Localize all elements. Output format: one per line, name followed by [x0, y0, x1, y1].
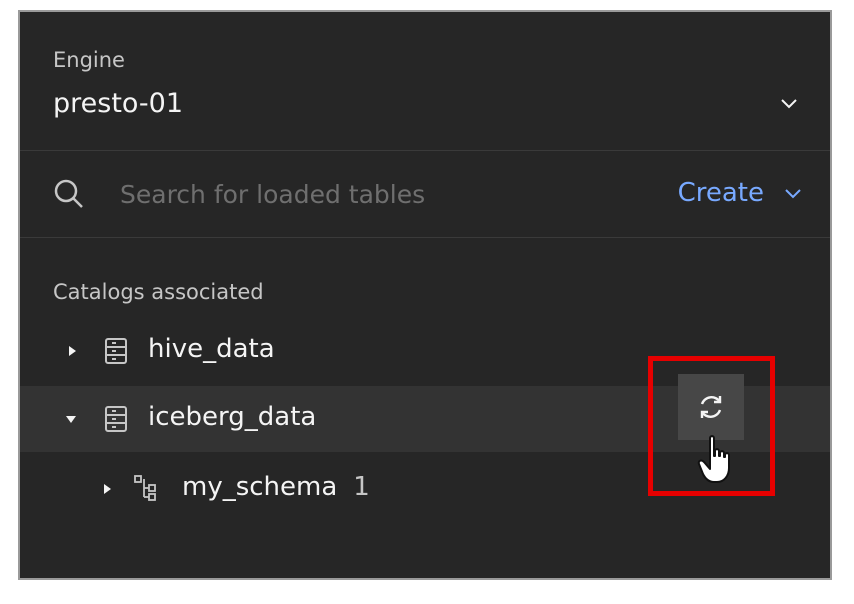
data-manager-panel: Engine presto-01 Create Catalogs associa…: [18, 10, 832, 580]
chevron-down-icon: [785, 189, 801, 199]
schema-item-count: 1: [353, 472, 370, 502]
hand-pointer-cursor-icon: [697, 435, 730, 483]
engine-selector[interactable]: Engine presto-01: [20, 12, 830, 151]
schema-icon: [134, 475, 156, 501]
create-button[interactable]: Create: [678, 173, 804, 213]
engine-value[interactable]: presto-01: [53, 88, 183, 119]
catalog-item-label: hive_data: [148, 334, 275, 364]
catalog-icon: [105, 406, 127, 432]
caret-right-icon[interactable]: [100, 482, 114, 496]
catalogs-section-label: Catalogs associated: [53, 280, 264, 304]
schema-item-text: my_schema 1: [182, 472, 370, 502]
chevron-down-icon[interactable]: [778, 92, 800, 114]
caret-down-icon[interactable]: [64, 412, 78, 426]
refresh-icon: [700, 396, 722, 418]
schema-item-label: my_schema: [182, 472, 338, 502]
engine-label: Engine: [53, 48, 125, 72]
create-button-label: Create: [677, 178, 764, 208]
search-input[interactable]: [118, 173, 602, 215]
catalog-item-label: iceberg_data: [148, 402, 317, 432]
caret-right-icon[interactable]: [65, 344, 79, 358]
search-icon: [54, 179, 83, 208]
refresh-button[interactable]: [678, 374, 744, 440]
search-row: Create: [20, 151, 830, 238]
catalog-icon: [105, 338, 127, 364]
